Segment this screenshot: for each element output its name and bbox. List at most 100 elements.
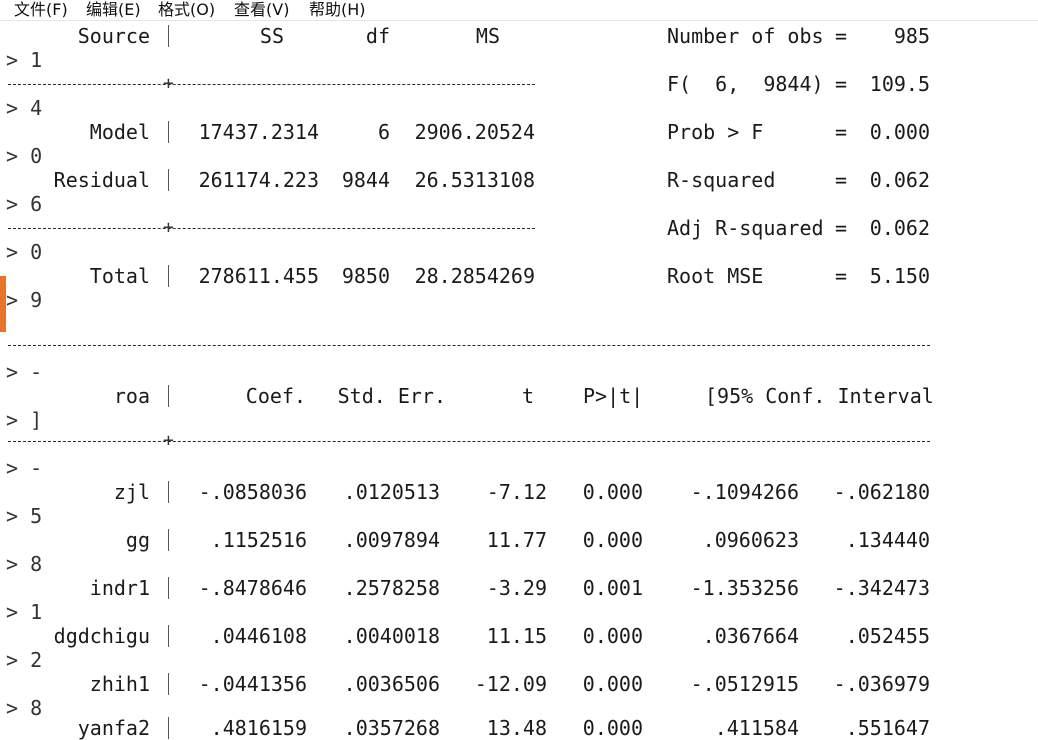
header-t: t xyxy=(521,384,534,408)
header-source: Source xyxy=(77,24,150,48)
row-coef: .0446108 xyxy=(210,624,307,648)
column-divider xyxy=(168,577,169,599)
row-t: -3.29 xyxy=(486,576,547,600)
row-ss: 261174.223 xyxy=(198,168,319,192)
stat-equals: = xyxy=(835,216,848,240)
row-std-err: .0097894 xyxy=(343,528,440,552)
stat-value: 985 xyxy=(893,24,930,48)
stat-label: Adj R-squared xyxy=(667,216,824,240)
column-divider xyxy=(168,169,169,191)
header-conf-interval: [95% Conf. Interval xyxy=(705,384,934,408)
row-p: 0.001 xyxy=(582,576,643,600)
row-source: Model xyxy=(89,120,150,144)
row-variable: dgdchigu xyxy=(53,624,150,648)
row-ci-upper: .052455 xyxy=(845,624,930,648)
stat-value: 109.5 xyxy=(869,72,930,96)
header-ms: MS xyxy=(475,24,500,48)
row-ci-lower: -1.353256 xyxy=(690,576,799,600)
row-t: 13.48 xyxy=(486,716,547,740)
row-ci-upper: -.342473 xyxy=(833,576,930,600)
stat-equals: = xyxy=(835,24,848,48)
row-ms: 28.2854269 xyxy=(414,264,535,288)
prompt-fragment: > 4 xyxy=(6,96,43,120)
row-ms: 26.5313108 xyxy=(414,168,535,192)
menu-format[interactable]: 格式(O) xyxy=(158,0,215,20)
table-rule xyxy=(8,345,930,346)
stat-value: 5.150 xyxy=(869,264,930,288)
row-source: Total xyxy=(89,264,150,288)
prompt-fragment: > - xyxy=(6,360,43,384)
row-coef: -.8478646 xyxy=(198,576,307,600)
row-ci-upper: -.062180 xyxy=(833,480,930,504)
row-p: 0.000 xyxy=(582,528,643,552)
prompt-fragment: > 0 xyxy=(6,240,43,264)
menu-bar: 文件(F) 编辑(E) 格式(O) 查看(V) 帮助(H) xyxy=(0,0,1038,20)
stat-label: Root MSE xyxy=(667,264,764,288)
header-std-err: Std. Err. xyxy=(337,384,446,408)
stat-label: Number of obs xyxy=(667,24,824,48)
row-coef: .4816159 xyxy=(210,716,307,740)
row-p: 0.000 xyxy=(582,716,643,740)
row-source: Residual xyxy=(53,168,150,192)
stat-label: Prob > F xyxy=(667,120,764,144)
row-std-err: .0120513 xyxy=(343,480,440,504)
column-divider xyxy=(168,717,169,739)
row-df: 9844 xyxy=(341,168,390,192)
row-std-err: .0040018 xyxy=(343,624,440,648)
menu-divider xyxy=(0,20,1038,21)
prompt-fragment: > 8 xyxy=(6,552,43,576)
menu-view[interactable]: 查看(V) xyxy=(234,0,289,20)
row-ci-lower: .0960623 xyxy=(702,528,799,552)
row-t: -7.12 xyxy=(486,480,547,504)
header-ss: SS xyxy=(259,24,284,48)
stat-value: 0.000 xyxy=(869,120,930,144)
row-ci-lower: .411584 xyxy=(714,716,799,740)
rule-junction: + xyxy=(163,430,174,451)
stat-value: 0.062 xyxy=(869,216,930,240)
menu-edit[interactable]: 编辑(E) xyxy=(86,0,141,20)
prompt-fragment: > 6 xyxy=(6,192,43,216)
row-p: 0.000 xyxy=(582,480,643,504)
stat-value: 0.062 xyxy=(869,168,930,192)
rule-junction: + xyxy=(163,217,174,238)
column-divider xyxy=(168,481,169,503)
row-coef: -.0441356 xyxy=(198,672,307,696)
column-divider xyxy=(168,673,169,695)
row-ss: 17437.2314 xyxy=(198,120,319,144)
row-t: 11.15 xyxy=(486,624,547,648)
row-t: -12.09 xyxy=(474,672,547,696)
row-ci-lower: -.0512915 xyxy=(690,672,799,696)
stat-label: F( 6, 9844) xyxy=(667,72,824,96)
row-t: 11.77 xyxy=(486,528,547,552)
row-std-err: .0357268 xyxy=(343,716,440,740)
row-variable: zjl xyxy=(113,480,150,504)
row-ss: 278611.455 xyxy=(198,264,319,288)
column-divider xyxy=(168,121,169,143)
column-divider xyxy=(168,625,169,647)
row-std-err: .2578258 xyxy=(343,576,440,600)
column-divider xyxy=(168,385,169,407)
row-coef: .1152516 xyxy=(210,528,307,552)
header-p: P>|t| xyxy=(583,384,644,408)
column-divider xyxy=(168,25,169,47)
menu-help[interactable]: 帮助(H) xyxy=(309,0,366,20)
prompt-fragment: > - xyxy=(6,456,43,480)
row-variable: indr1 xyxy=(89,576,150,600)
prompt-fragment: > 5 xyxy=(6,504,43,528)
row-ci-upper: .551647 xyxy=(845,716,930,740)
row-std-err: .0036506 xyxy=(343,672,440,696)
header-df: df xyxy=(365,24,390,48)
stat-equals: = xyxy=(835,264,848,288)
prompt-fragment: > 0 xyxy=(6,144,43,168)
row-ci-lower: .0367664 xyxy=(702,624,799,648)
prompt-fragment: > 1 xyxy=(6,48,43,72)
row-p: 0.000 xyxy=(582,672,643,696)
row-variable: zhih1 xyxy=(89,672,150,696)
row-df: 9850 xyxy=(341,264,390,288)
row-ci-upper: .134440 xyxy=(845,528,930,552)
menu-file[interactable]: 文件(F) xyxy=(14,0,68,20)
prompt-fragment: > ] xyxy=(6,408,43,432)
table-rule xyxy=(8,228,535,229)
table-rule xyxy=(8,84,535,85)
stat-label: R-squared xyxy=(667,168,776,192)
